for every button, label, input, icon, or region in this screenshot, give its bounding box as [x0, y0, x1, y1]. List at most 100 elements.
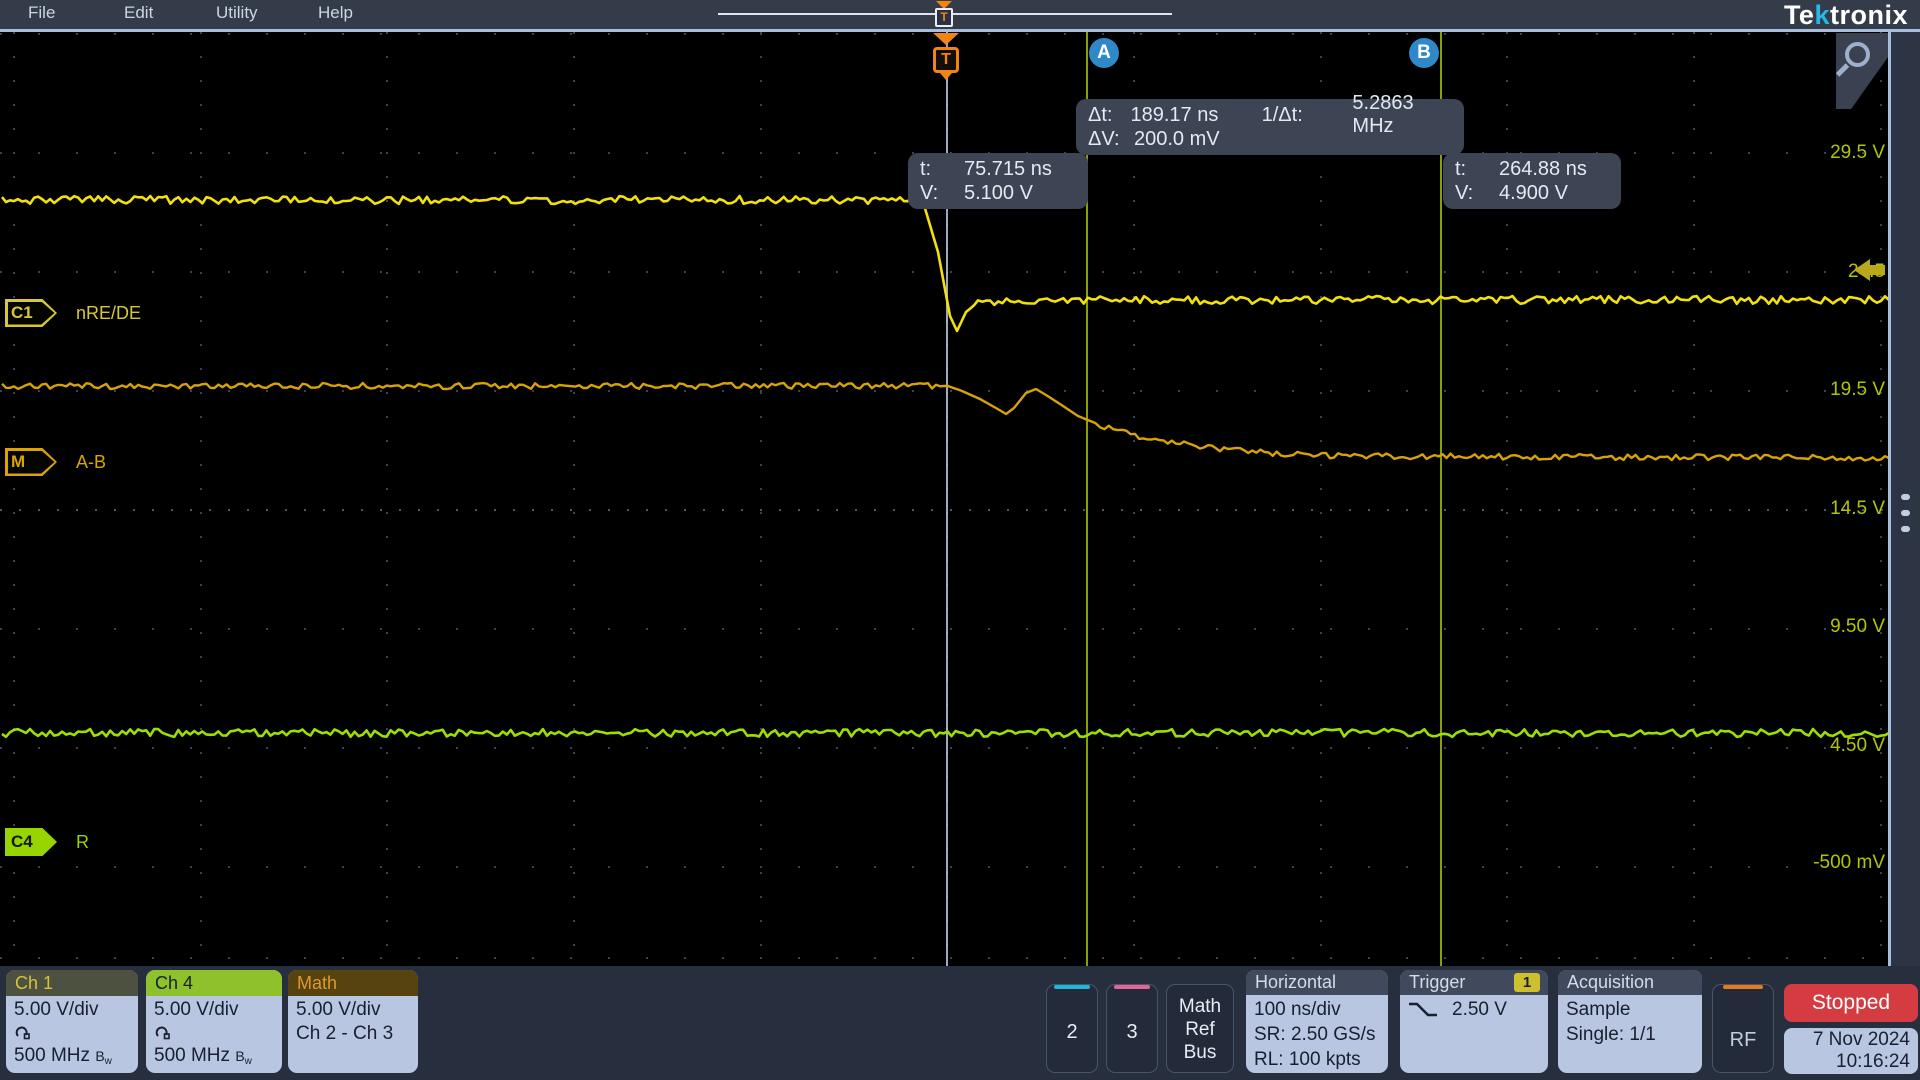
cursor-b-badge[interactable]: B	[1409, 38, 1439, 68]
trigger-level-arrow-tail	[1869, 265, 1885, 275]
math-ref-bus-line3: Bus	[1183, 1042, 1217, 1063]
ch4-badge-title: Ch 4	[146, 970, 282, 996]
ch4-badge[interactable]: Ch 4 5.00 V/div 500 MHz Bw	[146, 970, 282, 1073]
inv-delta-t-label: 1/Δt:	[1261, 103, 1303, 126]
acquisition-status-badge[interactable]: Stopped	[1784, 984, 1918, 1022]
handle-dot-icon	[1901, 494, 1910, 500]
trigger-source-badge: 1	[1514, 973, 1540, 992]
math-source: Ch 2 - Ch 3	[296, 1023, 394, 1044]
math-ref-bus-button[interactable]: Math Ref Bus	[1166, 984, 1234, 1073]
cursor-a-badge[interactable]: A	[1089, 38, 1119, 68]
channel-badge-text: C1	[11, 303, 33, 322]
ch1-badge[interactable]: Ch 1 5.00 V/div 500 MHz Bw	[6, 970, 138, 1073]
grid-hline	[0, 628, 1890, 630]
scale-label: 4.50 V	[1830, 735, 1885, 756]
grid-hline	[0, 747, 1890, 749]
ch4-scale: 5.00 V/div	[154, 999, 239, 1020]
channel-label-c4: R	[76, 832, 89, 852]
menu-bar: File Edit Utility Help T Tektronix	[0, 0, 1920, 30]
probe-icon	[14, 1022, 130, 1044]
grid-vline	[1320, 32, 1322, 966]
channel-badge-text: C4	[11, 832, 33, 851]
scale-label: 14.5 V	[1830, 498, 1885, 519]
delta-t-value: 189.17 ns	[1130, 103, 1219, 126]
delta-v-value: 200.0 mV	[1134, 127, 1220, 150]
handle-dot-icon	[1901, 526, 1910, 532]
channel-badge-c1[interactable]: C1	[5, 299, 57, 327]
grid-vline	[1133, 32, 1135, 966]
ch4-bandwidth: 500 MHz Bw	[154, 1045, 252, 1067]
grid-vline	[1693, 32, 1695, 966]
record-length: RL: 100 kpts	[1254, 1049, 1361, 1070]
math-ref-bus-line2: Ref	[1185, 1019, 1215, 1040]
ch1-bandwidth: 500 MHz Bw	[14, 1045, 112, 1067]
trigger-marker[interactable]: T	[929, 33, 963, 85]
acquisition-panel-title: Acquisition	[1558, 970, 1702, 995]
ch1-scale: 5.00 V/div	[14, 999, 99, 1020]
ch3-button-label: 3	[1126, 1021, 1138, 1043]
rf-button[interactable]: RF	[1712, 984, 1774, 1073]
math-scale: 5.00 V/div	[296, 999, 381, 1020]
ch2-accent-bar	[1054, 985, 1090, 989]
horizontal-panel[interactable]: Horizontal 100 ns/div SR: 2.50 GS/s RL: …	[1246, 970, 1388, 1073]
trigger-level-arrow-icon[interactable]	[1854, 259, 1886, 281]
scale-label: 19.5 V	[1830, 379, 1885, 400]
trigger-marker-t-icon: T	[933, 47, 959, 73]
cursor-b-readout: t: 264.88 ns V: 4.900 V	[1443, 153, 1621, 209]
channel-badge-c4[interactable]: C4	[5, 828, 57, 856]
menu-item-file[interactable]: File	[28, 3, 55, 23]
cursor-delta-readout: Δt: 189.17 ns 1/Δt: 5.2863 MHz ΔV: 200.0…	[1076, 92, 1464, 155]
channel-badge-m[interactable]: M	[5, 448, 57, 476]
cursor-b-t-value: 264.88 ns	[1499, 157, 1587, 180]
trigger-position-handle[interactable]: T	[933, 1, 955, 28]
horizontal-scale: 100 ns/div	[1254, 999, 1341, 1020]
trigger-level-arrow-head	[1854, 259, 1870, 281]
sample-rate: SR: 2.50 GS/s	[1254, 1024, 1376, 1045]
rf-accent-bar	[1723, 985, 1763, 989]
ch3-button[interactable]: 3	[1106, 984, 1158, 1073]
trigger-panel[interactable]: Trigger 1 2.50 V	[1400, 970, 1548, 1073]
cursor-b-line[interactable]	[1440, 32, 1442, 966]
menu-item-help[interactable]: Help	[318, 3, 353, 23]
menu-item-utility[interactable]: Utility	[216, 3, 258, 23]
grid-vline	[200, 32, 202, 966]
scale-label: -500 mV	[1813, 852, 1885, 873]
time-value: 10:16:24	[1836, 1051, 1910, 1072]
cursor-a-readout: t: 75.715 ns V: 5.100 V	[908, 153, 1088, 209]
datetime-display: 7 Nov 2024 10:16:24	[1784, 1028, 1918, 1074]
delta-v-label: ΔV:	[1088, 127, 1120, 150]
trigger-marker-arrow-icon	[933, 33, 959, 45]
grid-center-line	[0, 509, 1890, 511]
grid-hline	[0, 866, 1890, 868]
date-value: 7 Nov 2024	[1812, 1029, 1910, 1050]
falling-edge-icon	[1409, 1002, 1437, 1016]
grid-vline	[13, 32, 15, 966]
acquisition-panel[interactable]: Acquisition Sample Single: 1/1	[1558, 970, 1702, 1073]
math-badge-title: Math	[288, 970, 418, 996]
cursor-b-v-label: V:	[1455, 181, 1474, 204]
channel-label-c1: nRE/DE	[76, 303, 142, 323]
cursor-a-v-value: 5.100 V	[964, 181, 1033, 204]
menu-item-edit[interactable]: Edit	[124, 3, 153, 23]
acquisition-count: Single: 1/1	[1566, 1024, 1656, 1045]
oscilloscope-screen: File Edit Utility Help T Tektronix T A B Δt…	[0, 0, 1920, 1080]
grid-vline	[573, 32, 575, 966]
channel-label-m: A-B	[76, 452, 107, 472]
magnifier-icon	[1845, 42, 1870, 67]
grid-vline	[386, 32, 388, 966]
trigger-panel-title: Trigger 1	[1400, 970, 1548, 995]
trigger-level-value: 2.50 V	[1452, 999, 1507, 1020]
acquisition-mode: Sample	[1566, 999, 1631, 1020]
inv-delta-t-value: 5.2863 MHz	[1352, 92, 1414, 137]
right-side-panel-handle[interactable]	[1888, 32, 1920, 966]
delta-t-label: Δt:	[1088, 103, 1113, 126]
math-badge[interactable]: Math 5.00 V/div Ch 2 - Ch 3	[288, 970, 418, 1073]
trigger-position-t-icon: T	[935, 8, 953, 27]
rf-button-label: RF	[1729, 1029, 1757, 1051]
tektronix-logo: Tektronix	[1783, 0, 1908, 30]
magnifier-handle-icon	[1836, 63, 1850, 77]
grid-hline	[0, 271, 1890, 273]
grid-vline	[760, 32, 762, 966]
ch2-button[interactable]: 2	[1046, 984, 1098, 1073]
cursor-a-v-label: V:	[920, 181, 939, 204]
